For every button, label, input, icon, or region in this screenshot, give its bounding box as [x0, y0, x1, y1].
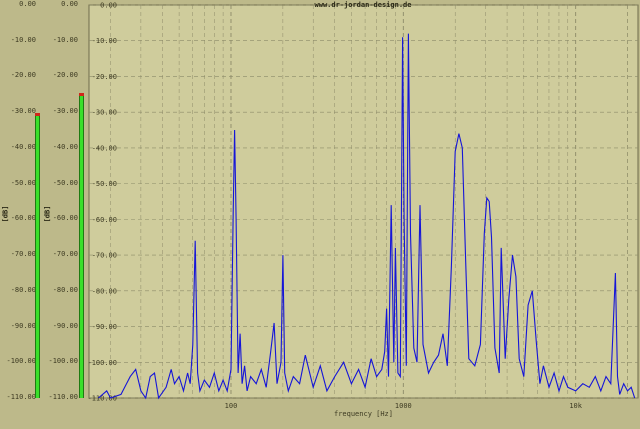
y-tick-label: -40.00	[92, 144, 117, 152]
analyzer-window: 0.00 -10.00 -20.00 -30.00 -40.00 -50.00 -60.00…	[0, 0, 640, 429]
y-tick-label: -100.00	[87, 359, 117, 367]
y-tick-label: -10.00	[92, 37, 117, 45]
y-tick-label: -30.00	[92, 109, 117, 117]
x-tick-labels: 100 1000 10k	[225, 402, 583, 410]
y-tick-label: 0.00	[100, 2, 117, 10]
y-tick-label: -80.00	[92, 287, 117, 295]
y-tick-label: -20.00	[92, 73, 117, 81]
x-axis-label: frequency [Hz]	[334, 410, 393, 418]
x-tick-label: 10k	[569, 402, 582, 410]
spectrum-plot[interactable]: 0.00 -10.00 -20.00 -30.00 -40.00 -50.00 -60.00…	[0, 0, 640, 429]
plot-area[interactable]	[88, 4, 639, 399]
y-tick-label: -110.00	[87, 395, 117, 403]
x-tick-label: 1000	[395, 402, 412, 410]
y-tick-label: -90.00	[92, 323, 117, 331]
y-tick-label: -60.00	[92, 216, 117, 224]
y-tick-label: -50.00	[92, 180, 117, 188]
x-tick-label: 100	[225, 402, 238, 410]
watermark: www.dr-jordan-design.de	[315, 1, 412, 9]
y-tick-label: -70.00	[92, 252, 117, 260]
